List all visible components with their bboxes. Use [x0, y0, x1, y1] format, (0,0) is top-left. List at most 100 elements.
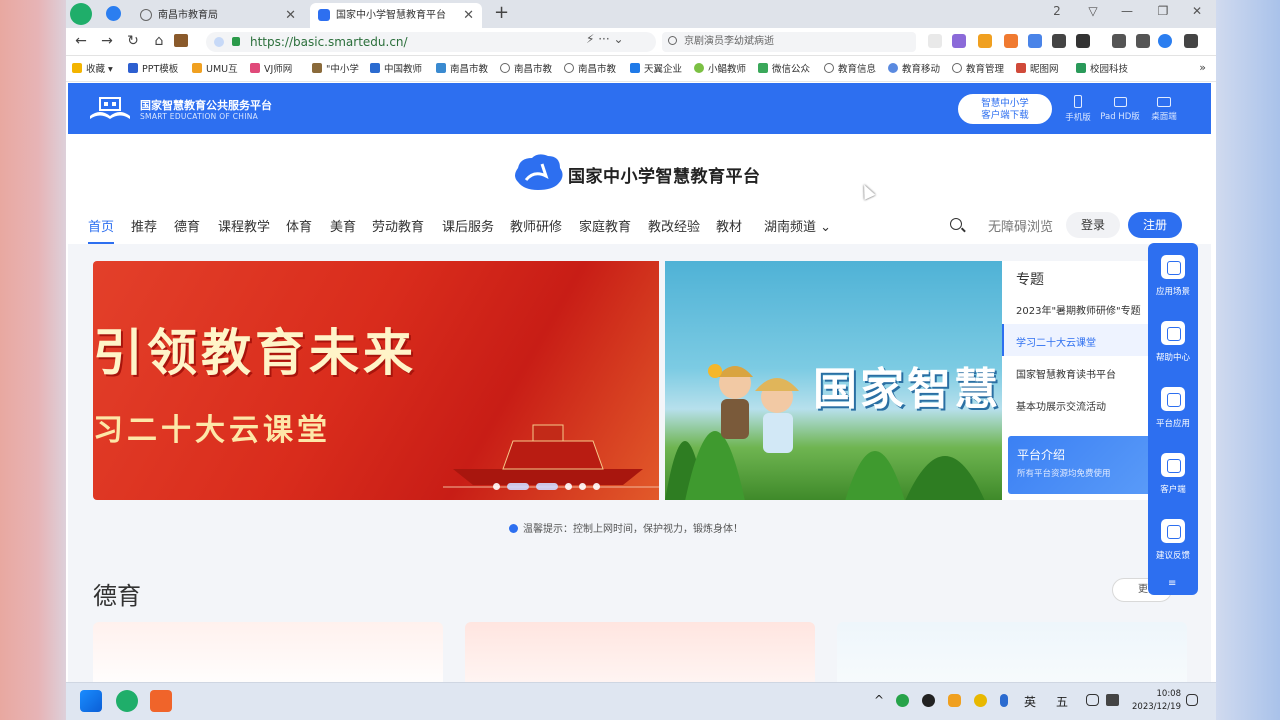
briefcase-icon[interactable] [174, 34, 188, 47]
pinned-tab-icon[interactable] [106, 6, 121, 21]
platform-intro-card[interactable]: 平台介绍 所有平台资源均免费使用 [1008, 436, 1152, 494]
tab-nanchang-education[interactable]: 南昌市教育局 ✕ [132, 3, 304, 28]
register-button[interactable]: 注册 [1128, 212, 1182, 238]
sidebar-menu-icon[interactable]: ≡ [1168, 578, 1176, 589]
maximize-button[interactable]: ❐ [1152, 4, 1174, 18]
accessibility-link[interactable]: 无障碍浏览 [988, 216, 1053, 235]
bookmark-item[interactable]: 教育信息 [824, 61, 876, 75]
nav-sports[interactable]: 体育 [286, 216, 312, 235]
close-window-button[interactable]: ✕ [1186, 4, 1208, 18]
carousel-dot[interactable] [536, 483, 558, 490]
nav-moral[interactable]: 德育 [174, 216, 200, 235]
content-card[interactable] [837, 622, 1187, 682]
banner-slide-main[interactable]: 引领教育未来 习二十大云课堂 [93, 261, 659, 500]
nav-teacher-training[interactable]: 教师研修 [510, 216, 562, 235]
tab-smartedu[interactable]: 国家中小学智慧教育平台 ✕ [310, 3, 482, 28]
minimize-button[interactable]: — [1116, 4, 1138, 18]
tray-app-icon[interactable] [948, 694, 961, 707]
bookmark-item[interactable]: 天翼企业 [630, 61, 682, 75]
nav-reform[interactable]: 教改经验 [648, 216, 700, 235]
carousel-dot[interactable] [565, 483, 572, 490]
bookmark-item[interactable]: 昵图网 [1016, 61, 1059, 75]
reload-icon[interactable]: ↻ [124, 33, 142, 49]
bookmark-item[interactable]: "中小学 [312, 61, 359, 75]
microphone-icon[interactable] [1000, 694, 1008, 707]
search-icon[interactable] [950, 218, 962, 230]
device-desktop[interactable]: 桌面端 [1140, 95, 1188, 122]
carousel-dot[interactable] [593, 483, 600, 490]
input-method-lang[interactable]: 英 [1024, 693, 1036, 710]
nav-art[interactable]: 美育 [330, 216, 356, 235]
windows-start-icon[interactable] [80, 690, 102, 712]
tray-expand-icon[interactable]: ^ [874, 693, 884, 707]
extension-purple-icon[interactable] [952, 34, 966, 48]
bookmark-item[interactable]: UMU互 [192, 61, 238, 75]
close-tab-icon[interactable]: ✕ [285, 3, 296, 28]
bookmark-item[interactable]: 收藏 ▾ [72, 61, 113, 75]
bookmark-item[interactable]: 校园科技 [1076, 61, 1128, 75]
bookmark-item[interactable]: 微信公众 [758, 61, 810, 75]
bookmark-item[interactable]: VJ师网 [250, 61, 292, 75]
new-tab-button[interactable]: + [494, 2, 509, 23]
scissors-icon[interactable] [928, 34, 942, 48]
browser-logo-icon[interactable] [70, 3, 92, 25]
device-pad[interactable]: Pad HD版 [1096, 95, 1144, 122]
nav-recommend[interactable]: 推荐 [131, 216, 157, 235]
browser-taskbar-icon[interactable] [116, 690, 138, 712]
search-input[interactable]: 京剧演员李幼斌病逝 [662, 32, 916, 52]
bookmark-item[interactable]: 南昌市教 [564, 61, 616, 75]
nav-hunan-channel[interactable]: 湖南频道 ⌄ [764, 216, 831, 235]
bookmark-item[interactable]: 南昌市教 [500, 61, 552, 75]
smart-education-logo-icon[interactable] [88, 94, 132, 122]
menu-icon[interactable] [1184, 34, 1198, 48]
notification-icon[interactable] [1186, 694, 1198, 706]
nav-after-school[interactable]: 课后服务 [442, 216, 494, 235]
tray-app-icon[interactable] [896, 694, 909, 707]
nav-textbook[interactable]: 教材 [716, 216, 742, 235]
tray-app-icon[interactable] [974, 694, 987, 707]
download-icon[interactable] [1112, 34, 1126, 48]
volume-icon[interactable] [1106, 694, 1119, 706]
close-tab-icon[interactable]: ✕ [463, 3, 474, 28]
extension-screen-icon[interactable] [1052, 34, 1066, 48]
bookmark-item[interactable]: 南昌市教 [436, 61, 488, 75]
client-download-button[interactable]: 智慧中小学 客户端下载 [958, 94, 1052, 124]
bookmark-item[interactable]: 中国教师 [370, 61, 422, 75]
nav-family[interactable]: 家庭教育 [579, 216, 631, 235]
carousel-dot-active[interactable] [507, 483, 529, 490]
shirt-skin-icon[interactable]: ▽ [1082, 4, 1104, 18]
system-clock[interactable]: 10:08 2023/12/19 [1132, 688, 1181, 714]
sidebar-item-client[interactable]: 客户端 [1148, 453, 1198, 495]
bookmark-item[interactable]: 教育管理 [952, 61, 1004, 75]
back-arrow-icon[interactable]: ← [72, 33, 90, 49]
nav-labor[interactable]: 劳动教育 [372, 216, 424, 235]
site-logo-text[interactable]: 国家智慧教育公共服务平台 [140, 97, 272, 113]
tab-count-icon[interactable]: 2 [1046, 4, 1068, 18]
topic-item[interactable]: 2023年"暑期教师研修"专题 [1016, 302, 1152, 317]
sidebar-item-help[interactable]: 帮助中心 [1148, 321, 1198, 363]
bookmark-item[interactable]: 小鲳教师 [694, 61, 746, 75]
content-card[interactable] [465, 622, 815, 682]
extension-game-icon[interactable] [1004, 34, 1018, 48]
sidebar-item-scenarios[interactable]: 应用场景 [1148, 255, 1198, 297]
topic-item[interactable]: 国家智慧教育读书平台 [1016, 366, 1152, 381]
nav-home[interactable]: 首页 [88, 216, 114, 235]
input-method-mode[interactable]: 五 [1056, 693, 1068, 710]
browser-account-icon[interactable] [1158, 34, 1172, 48]
forward-arrow-icon[interactable]: → [98, 33, 116, 49]
topic-item-selected[interactable]: 学习二十大云课堂 [1016, 334, 1152, 349]
carousel-dot[interactable] [579, 483, 586, 490]
sidebar-item-feedback[interactable]: 建议反馈 [1148, 519, 1198, 561]
sidebar-item-apps[interactable]: 平台应用 [1148, 387, 1198, 429]
topic-item[interactable]: 基本功展示交流活动 [1016, 398, 1152, 413]
bookmarks-more-button[interactable]: » [1199, 61, 1206, 74]
content-card[interactable] [93, 622, 443, 682]
banner-slide-secondary[interactable]: 国家智慧 [665, 261, 1002, 500]
extension-shield-icon[interactable] [978, 34, 992, 48]
bookmark-item[interactable]: 教育移动 [888, 61, 940, 75]
login-button[interactable]: 登录 [1066, 212, 1120, 238]
network-icon[interactable] [1086, 694, 1099, 706]
carousel-dot[interactable] [493, 483, 500, 490]
undo-icon[interactable] [1136, 34, 1150, 48]
apps-grid-icon[interactable] [1076, 34, 1090, 48]
